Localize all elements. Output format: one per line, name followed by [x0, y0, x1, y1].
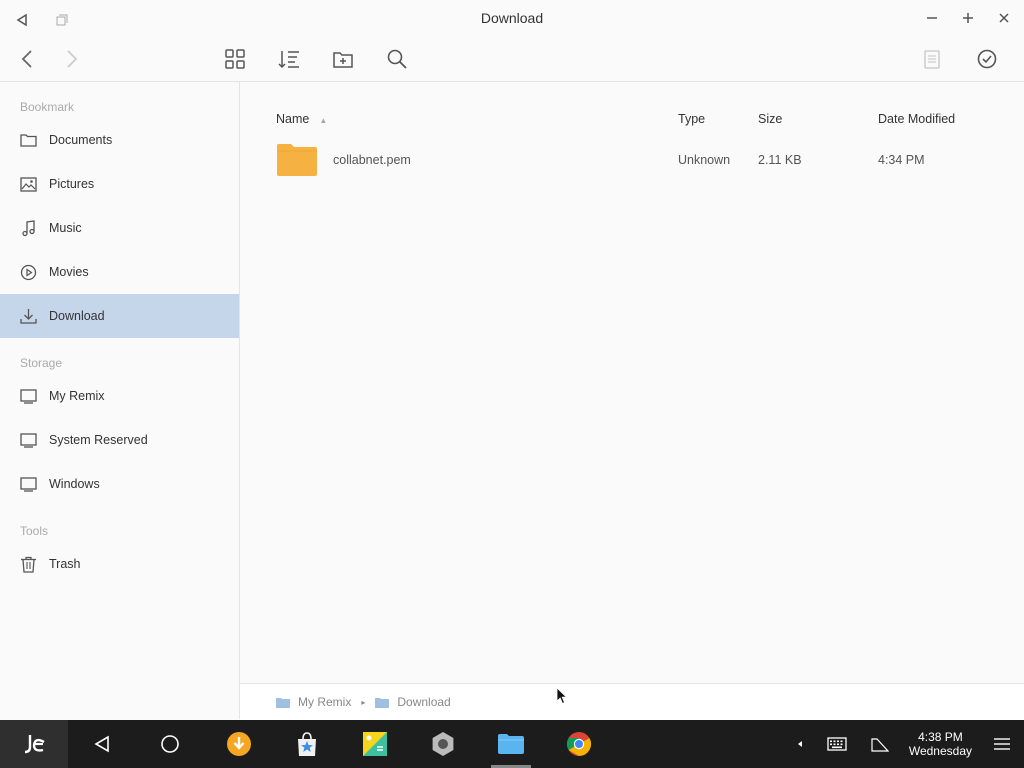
store-bag-icon — [298, 732, 316, 756]
breadcrumb-item-download[interactable]: Download — [397, 695, 450, 709]
tray-arrow-icon — [798, 741, 802, 747]
clipboard-icon[interactable] — [919, 46, 945, 72]
jide-logo-icon — [24, 735, 45, 754]
nav-back-icon[interactable] — [15, 46, 41, 72]
nav-back-button[interactable] — [74, 720, 130, 768]
window-title: Download — [480, 10, 544, 26]
maximize-plus-icon[interactable] — [956, 6, 980, 30]
sidebar-item-label: Music — [49, 221, 82, 235]
sidebar-header-bookmark: Bookmark — [20, 100, 75, 114]
sort-up-icon: ▲ — [319, 116, 328, 125]
sidebar-header-tools: Tools — [20, 524, 49, 538]
nav-home-button[interactable] — [142, 720, 198, 768]
grid-view-icon[interactable] — [222, 46, 248, 72]
sidebar-item-system-reserved[interactable]: System Reserved — [0, 418, 239, 462]
monitor-icon — [19, 475, 37, 493]
keyboard-button[interactable] — [824, 720, 850, 768]
sidebar-item-label: System Reserved — [49, 433, 148, 447]
file-date: 4:34 PM — [878, 153, 925, 167]
folder-icon — [276, 697, 290, 708]
mouse-cursor-icon — [556, 687, 568, 705]
column-header-size[interactable]: Size — [758, 112, 782, 126]
download-icon — [19, 307, 37, 325]
sidebar-header-storage: Storage — [20, 356, 63, 370]
tray-expand-button[interactable] — [790, 720, 810, 768]
file-type: Unknown — [678, 153, 731, 167]
download-manager-icon — [227, 732, 251, 756]
close-icon[interactable] — [992, 6, 1016, 30]
taskbar-app-file-manager[interactable] — [483, 720, 539, 768]
play-circle-icon — [19, 263, 37, 281]
sidebar-item-trash[interactable]: Trash — [0, 542, 239, 586]
sidebar-item-label: Windows — [49, 477, 100, 491]
taskbar-app-download-manager[interactable] — [211, 720, 267, 768]
home-circle-icon — [161, 735, 179, 753]
taskbar-app-store[interactable] — [279, 720, 335, 768]
folder-icon — [277, 144, 317, 176]
sidebar-item-movies[interactable]: Movies — [0, 250, 239, 294]
signal-icon — [871, 738, 889, 752]
keyboard-icon — [827, 737, 847, 751]
monitor-icon — [19, 387, 37, 405]
sort-list-icon[interactable] — [276, 46, 302, 72]
minimize-icon[interactable] — [920, 6, 944, 30]
folder-icon — [375, 697, 390, 708]
taskbar-app-gallery[interactable] — [347, 720, 403, 768]
folder-icon — [19, 131, 37, 149]
taskbar-app-settings[interactable] — [415, 720, 471, 768]
column-header-type[interactable]: Type — [678, 112, 705, 126]
start-logo-button[interactable] — [0, 720, 68, 768]
image-icon — [19, 175, 37, 193]
column-header-date[interactable]: Date Modified — [878, 112, 955, 126]
file-manager-folder-icon — [498, 734, 524, 754]
sidebar-item-label: Download — [49, 309, 105, 323]
file-size: 2.11 KB — [758, 153, 802, 167]
select-check-icon[interactable] — [974, 46, 1000, 72]
sidebar-item-label: Documents — [49, 133, 113, 147]
sidebar-item-pictures[interactable]: Pictures — [0, 162, 239, 206]
sidebar-item-label: My Remix — [49, 389, 105, 403]
nav-forward-icon[interactable] — [58, 46, 84, 72]
sidebar-item-download[interactable]: Download — [0, 294, 239, 338]
chrome-icon — [566, 732, 592, 756]
back-triangle-icon — [94, 735, 109, 753]
notification-signal-button[interactable] — [868, 720, 892, 768]
settings-gear-icon — [432, 732, 454, 756]
file-list-pane: Name ▲ Type Size Date Modified collabnet.… — [240, 82, 1024, 683]
monitor-icon — [19, 431, 37, 449]
new-folder-icon[interactable] — [330, 46, 356, 72]
clock[interactable]: 4:38 PM Wednesday — [909, 730, 972, 758]
table-row[interactable]: collabnet.pem Unknown 2.11 KB 4:34 PM — [240, 138, 1024, 182]
sidebar-item-label: Trash — [49, 557, 81, 571]
clock-day: Wednesday — [908, 744, 972, 758]
sidebar-item-windows[interactable]: Windows — [0, 462, 239, 506]
menu-button[interactable] — [990, 720, 1014, 768]
file-name: collabnet.pem — [333, 153, 411, 167]
taskbar: 4:38 PM Wednesday — [0, 720, 1024, 768]
music-note-icon — [19, 219, 37, 237]
breadcrumb: My Remix ▸ Download — [240, 683, 1024, 720]
breadcrumb-separator-icon: ▸ — [361, 697, 366, 707]
search-icon[interactable] — [384, 46, 410, 72]
breadcrumb-item-my-remix[interactable]: My Remix — [298, 695, 351, 709]
title-bar: Download — [0, 0, 1024, 36]
sidebar: Bookmark Documents Pictures Music Movies… — [0, 82, 240, 719]
hamburger-menu-icon — [994, 738, 1010, 750]
sidebar-item-label: Pictures — [49, 177, 95, 191]
toolbar — [0, 36, 1024, 82]
gallery-icon — [363, 732, 387, 756]
clock-time: 4:38 PM — [918, 730, 963, 744]
sidebar-item-my-remix[interactable]: My Remix — [0, 374, 239, 418]
trash-icon — [19, 555, 37, 573]
taskbar-app-chrome[interactable] — [551, 720, 607, 768]
sidebar-item-documents[interactable]: Documents — [0, 118, 239, 162]
column-header-name[interactable]: Name ▲ — [276, 112, 327, 126]
sidebar-item-music[interactable]: Music — [0, 206, 239, 250]
sidebar-item-label: Movies — [49, 265, 89, 279]
